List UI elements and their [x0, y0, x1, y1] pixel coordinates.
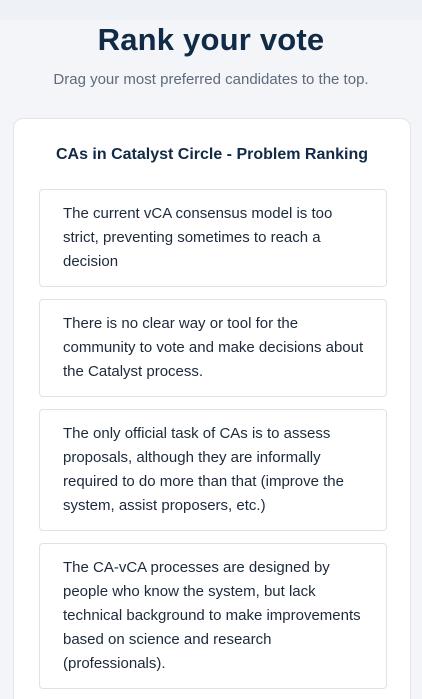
top-strip [0, 0, 422, 20]
candidate-card-3[interactable]: The only official task of CAs is to asse… [39, 409, 387, 531]
page-title: Rank your vote [97, 22, 325, 57]
ranking-panel: CAs in Catalyst Circle - Problem Ranking… [13, 118, 411, 699]
candidate-card-4[interactable]: The CA-vCA processes are designed by peo… [39, 543, 387, 689]
candidate-card-2[interactable]: There is no clear way or tool for the co… [39, 299, 387, 397]
ballot-title: CAs in Catalyst Circle - Problem Ranking [55, 146, 369, 163]
page-subtitle: Drag your most preferred candidates to t… [53, 71, 369, 88]
candidate-card-1[interactable]: The current vCA consensus model is too s… [39, 189, 387, 287]
rank-vote-page: Rank your vote Drag your most preferred … [0, 0, 422, 699]
